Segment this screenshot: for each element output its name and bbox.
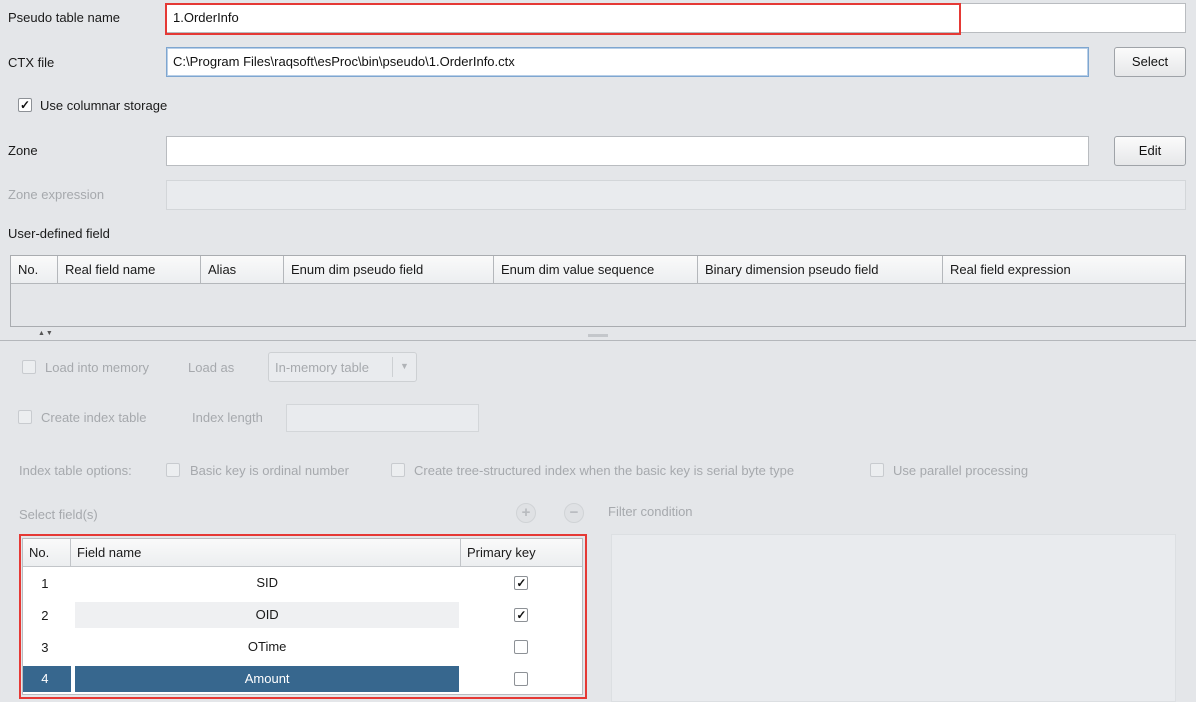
ctx-file-input[interactable]: C:\Program Files\raqsoft\esProc\bin\pseu…	[166, 47, 1089, 77]
table-row[interactable]: 4 Amount	[23, 663, 582, 695]
ctx-file-label: CTX file	[8, 55, 55, 70]
splitter-grip-icon[interactable]	[588, 334, 608, 337]
primary-key-cell: ✓	[459, 567, 582, 599]
parallel-processing-label: Use parallel processing	[893, 463, 1029, 478]
column-header-alias[interactable]: Alias	[201, 256, 284, 283]
field-name-cell[interactable]: Amount	[74, 666, 460, 692]
tree-structured-index-checkbox[interactable]	[391, 463, 405, 477]
index-length-input[interactable]	[286, 404, 479, 432]
add-field-icon[interactable]: +	[516, 503, 536, 523]
field-name-cell[interactable]: SID	[75, 570, 460, 596]
zone-expression-input[interactable]	[166, 180, 1186, 210]
column-header-enum-dim-pseudo-field[interactable]: Enum dim pseudo field	[284, 256, 494, 283]
column-header-no[interactable]: No.	[23, 539, 71, 566]
primary-key-checkbox[interactable]: ✓	[514, 608, 529, 622]
column-header-binary-dimension-pseudo-field[interactable]: Binary dimension pseudo field	[698, 256, 943, 283]
column-header-enum-dim-value-sequence[interactable]: Enum dim value sequence	[494, 256, 698, 283]
user-defined-field-table[interactable]: No. Real field name Alias Enum dim pseud…	[10, 255, 1186, 327]
column-header-real-field-expression[interactable]: Real field expression	[943, 256, 1185, 283]
primary-key-checkbox[interactable]: ✓	[514, 576, 529, 590]
load-as-select[interactable]: In-memory table ▼	[268, 352, 417, 382]
column-header-primary-key[interactable]: Primary key	[461, 539, 582, 566]
columnar-storage-label: Use columnar storage	[40, 98, 168, 113]
table-row[interactable]: 3 OTime	[23, 631, 582, 663]
zone-expression-label: Zone expression	[8, 187, 105, 202]
primary-key-checkbox[interactable]	[514, 672, 529, 686]
column-header-no[interactable]: No.	[11, 256, 58, 283]
primary-key-cell	[459, 663, 582, 695]
row-number: 4	[23, 666, 71, 692]
zone-input[interactable]	[166, 136, 1089, 166]
select-divider	[392, 357, 393, 377]
tree-structured-index-label: Create tree-structured index when the ba…	[414, 463, 795, 478]
row-number: 2	[41, 607, 49, 623]
load-into-memory-checkbox[interactable]	[22, 360, 36, 374]
load-as-value: In-memory table	[275, 360, 369, 375]
edit-button[interactable]: Edit	[1114, 136, 1186, 166]
field-name-cell[interactable]: OID	[74, 602, 460, 628]
create-index-table-label: Create index table	[41, 410, 147, 425]
columnar-storage-checkbox[interactable]: ✓	[18, 98, 32, 112]
user-defined-table-header: No. Real field name Alias Enum dim pseud…	[11, 256, 1185, 284]
select-fields-header: No. Field name Primary key	[23, 539, 582, 567]
filter-condition-input[interactable]	[611, 534, 1176, 702]
table-row[interactable]: 1 SID ✓	[23, 567, 582, 599]
load-as-label: Load as	[188, 360, 235, 375]
zone-label: Zone	[8, 143, 38, 158]
basic-key-ordinal-checkbox[interactable]	[166, 463, 180, 477]
primary-key-cell	[459, 631, 582, 663]
pseudo-table-name-input[interactable]: 1.OrderInfo	[166, 3, 1186, 33]
splitter-arrows-icon[interactable]: ▲▼	[38, 330, 54, 337]
column-header-real-field-name[interactable]: Real field name	[58, 256, 201, 283]
filter-condition-label: Filter condition	[608, 504, 693, 519]
chevron-down-icon: ▼	[400, 361, 409, 371]
index-length-label: Index length	[192, 410, 263, 425]
index-table-options-label: Index table options:	[19, 463, 132, 478]
select-button[interactable]: Select	[1114, 47, 1186, 77]
select-fields-label: Select field(s)	[19, 507, 98, 522]
field-name-cell[interactable]: OTime	[75, 634, 460, 660]
row-number: 3	[41, 639, 49, 655]
remove-field-icon[interactable]: −	[564, 503, 584, 523]
column-header-field-name[interactable]: Field name	[71, 539, 461, 566]
basic-key-ordinal-label: Basic key is ordinal number	[190, 463, 349, 478]
create-index-table-checkbox[interactable]	[18, 410, 32, 424]
table-row[interactable]: 2 OID ✓	[23, 599, 582, 631]
primary-key-cell: ✓	[459, 599, 582, 631]
select-fields-table[interactable]: No. Field name Primary key 1 SID ✓ 2 OID…	[22, 538, 583, 695]
pseudo-table-name-label: Pseudo table name	[8, 10, 121, 25]
primary-key-checkbox[interactable]	[514, 640, 529, 654]
load-into-memory-label: Load into memory	[45, 360, 150, 375]
row-number: 1	[41, 575, 49, 591]
parallel-processing-checkbox[interactable]	[870, 463, 884, 477]
user-defined-field-label: User-defined field	[8, 226, 110, 241]
